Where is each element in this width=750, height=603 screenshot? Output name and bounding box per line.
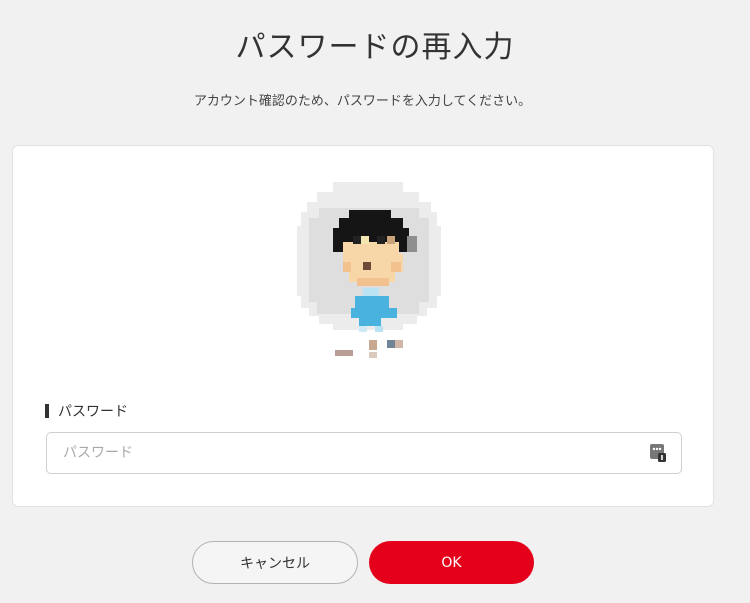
pixel-avatar-icon xyxy=(297,182,441,358)
cancel-button[interactable]: キャンセル xyxy=(192,541,358,584)
password-field-label: パスワード xyxy=(45,402,128,420)
password-input[interactable] xyxy=(46,432,682,474)
keypad-icon[interactable] xyxy=(649,443,667,463)
page-subtitle: アカウント確認のため、パスワードを入力してください。 xyxy=(193,94,532,109)
password-card: パスワード xyxy=(12,145,714,507)
dialog-actions: キャンセル OK xyxy=(0,541,750,585)
user-avatar xyxy=(287,178,447,368)
ok-button[interactable]: OK xyxy=(369,541,534,584)
password-label-text: パスワード xyxy=(58,404,128,420)
page-title: パスワードの再入力 xyxy=(235,30,515,65)
label-marker xyxy=(45,404,49,418)
